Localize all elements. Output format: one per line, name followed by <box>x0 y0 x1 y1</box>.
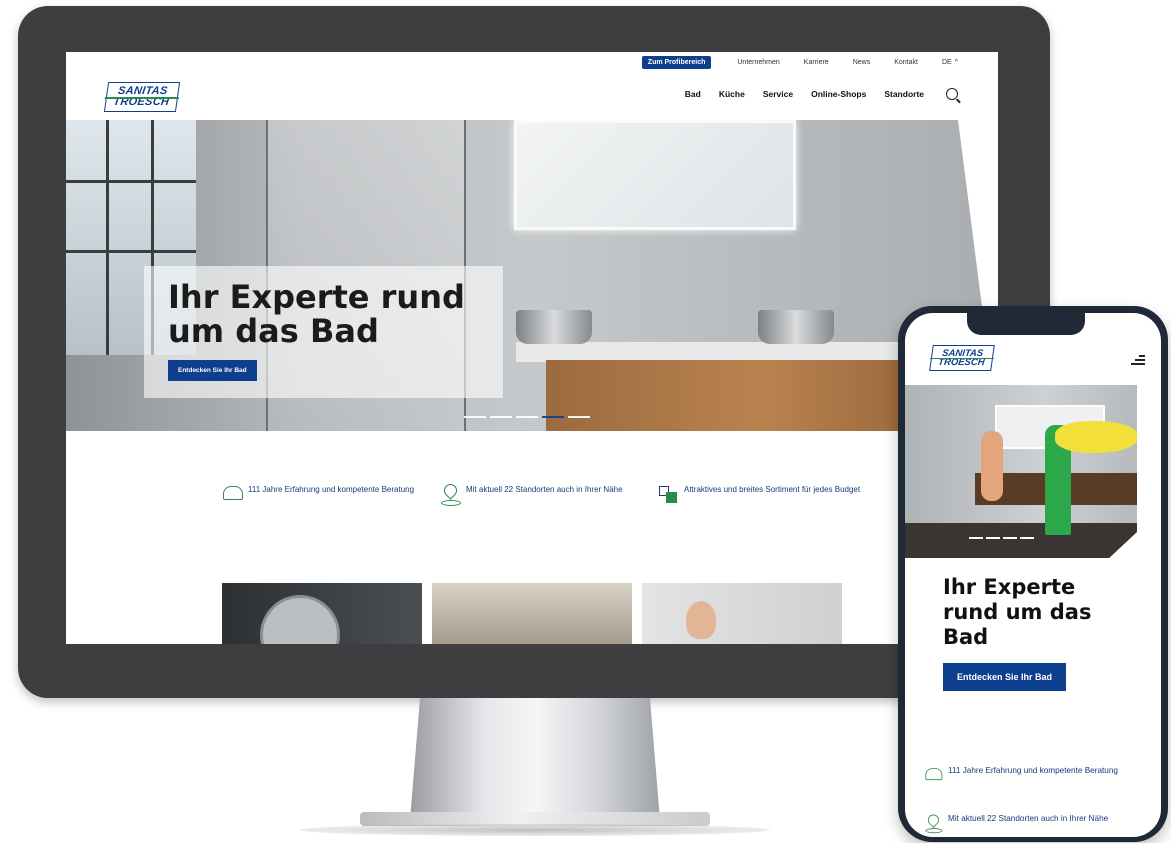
slider-dot[interactable] <box>464 416 486 418</box>
hero-image-mirror <box>514 120 796 230</box>
usp-features: 111 Jahre Erfahrung und kompetente Berat… <box>222 484 862 506</box>
mobile-website-screen: SANITAS TROESCH Ihr Experte rund um das … <box>905 313 1161 837</box>
phone-notch <box>967 313 1085 335</box>
slider-dot-active[interactable] <box>542 416 564 418</box>
sanitas-troesch-logo[interactable]: SANITAS TROESCH <box>103 82 181 112</box>
hero-title: Ihr Experte rund um das Bad <box>168 278 465 350</box>
logo-divider <box>929 358 994 360</box>
discover-bath-button[interactable]: Entdecken Sie Ihr Bad <box>168 360 257 381</box>
logo-divider <box>104 97 179 99</box>
monitor-stand-shadow <box>300 824 770 836</box>
hero-slider-dots <box>464 416 590 418</box>
nav-item-bad[interactable]: Bad <box>685 89 701 99</box>
nav-item-online-shops[interactable]: Online-Shops <box>811 89 866 99</box>
hamburger-menu-icon[interactable] <box>1131 355 1145 365</box>
tiles-icon <box>658 484 678 504</box>
feature-locations: Mit aktuell 22 Standorten auch in Ihrer … <box>440 484 644 506</box>
desktop-website-screen: Zum Profibereich Unternehmen Karriere Ne… <box>66 52 998 644</box>
hero-image-sink <box>758 310 834 344</box>
search-icon[interactable] <box>946 88 958 100</box>
location-pin-icon <box>440 484 461 506</box>
mobile-hero-illustration <box>905 385 1137 558</box>
language-selector[interactable]: DE ^ <box>942 59 958 66</box>
topbar-link-career[interactable]: Karriere <box>804 59 829 66</box>
main-nav: Bad Küche Service Online-Shops Standorte <box>685 88 958 100</box>
teaser-card-kitchen[interactable] <box>432 583 632 644</box>
people-icon <box>222 484 243 504</box>
feature-text: Attraktives und breites Sortiment für je… <box>684 485 861 494</box>
topbar-link-news[interactable]: News <box>853 59 871 66</box>
language-label: DE <box>941 58 952 66</box>
nav-item-service[interactable]: Service <box>763 89 793 99</box>
teaser-card-service[interactable] <box>642 583 842 644</box>
location-pin-icon <box>925 815 943 834</box>
feature-text: 111 Jahre Erfahrung und kompetente Berat… <box>248 485 415 494</box>
mobile-feature-experience: 111 Jahre Erfahrung und kompetente Berat… <box>923 765 1153 785</box>
nav-item-kueche[interactable]: Küche <box>719 89 745 99</box>
chevron-up-icon: ^ <box>954 58 958 66</box>
utility-bar: Zum Profibereich Unternehmen Karriere Ne… <box>66 52 998 72</box>
hero-text-box: Ihr Experte rund um das Bad Entdecken Si… <box>144 266 503 398</box>
teaser-card-bathroom[interactable] <box>222 583 422 644</box>
mobile-feature-locations: Mit aktuell 22 Standorten auch in Ihrer … <box>923 813 1153 834</box>
people-icon <box>925 767 943 784</box>
smartphone-frame: SANITAS TROESCH Ihr Experte rund um das … <box>898 306 1168 842</box>
feature-assortment: Attraktives und breites Sortiment für je… <box>658 484 862 504</box>
hero-image-sink <box>516 310 592 344</box>
sanitas-troesch-logo-mobile[interactable]: SANITAS TROESCH <box>929 345 995 371</box>
mobile-discover-bath-button[interactable]: Entdecken Sie Ihr Bad <box>943 663 1067 691</box>
mobile-hero-title: Ihr Experte rund um das Bad <box>943 575 1092 649</box>
pro-area-button[interactable]: Zum Profibereich <box>641 55 712 69</box>
topbar-link-contact[interactable]: Kontakt <box>894 59 918 66</box>
topbar-link-company[interactable]: Unternehmen <box>737 59 779 66</box>
logo-text-line2: TROESCH <box>112 96 171 108</box>
teaser-cards <box>222 583 842 644</box>
slider-dot[interactable] <box>490 416 512 418</box>
monitor-stand-neck <box>410 698 660 820</box>
feature-text: 111 Jahre Erfahrung und kompetente Berat… <box>948 766 1118 775</box>
feature-text: Mit aktuell 22 Standorten auch in Ihrer … <box>948 814 1109 823</box>
site-header: SANITAS TROESCH Bad Küche Service Online… <box>66 72 998 120</box>
monitor-frame: Zum Profibereich Unternehmen Karriere Ne… <box>18 6 1050 698</box>
mobile-slider-dots <box>969 537 1034 539</box>
slider-dot[interactable] <box>568 416 590 418</box>
hero-banner: Ihr Experte rund um das Bad Entdecken Si… <box>66 120 998 431</box>
nav-item-standorte[interactable]: Standorte <box>884 89 924 99</box>
feature-text: Mit aktuell 22 Standorten auch in Ihrer … <box>466 485 623 494</box>
feature-experience: 111 Jahre Erfahrung und kompetente Berat… <box>222 484 426 504</box>
slider-dot[interactable] <box>516 416 538 418</box>
logo-text-line2: TROESCH <box>937 357 986 368</box>
